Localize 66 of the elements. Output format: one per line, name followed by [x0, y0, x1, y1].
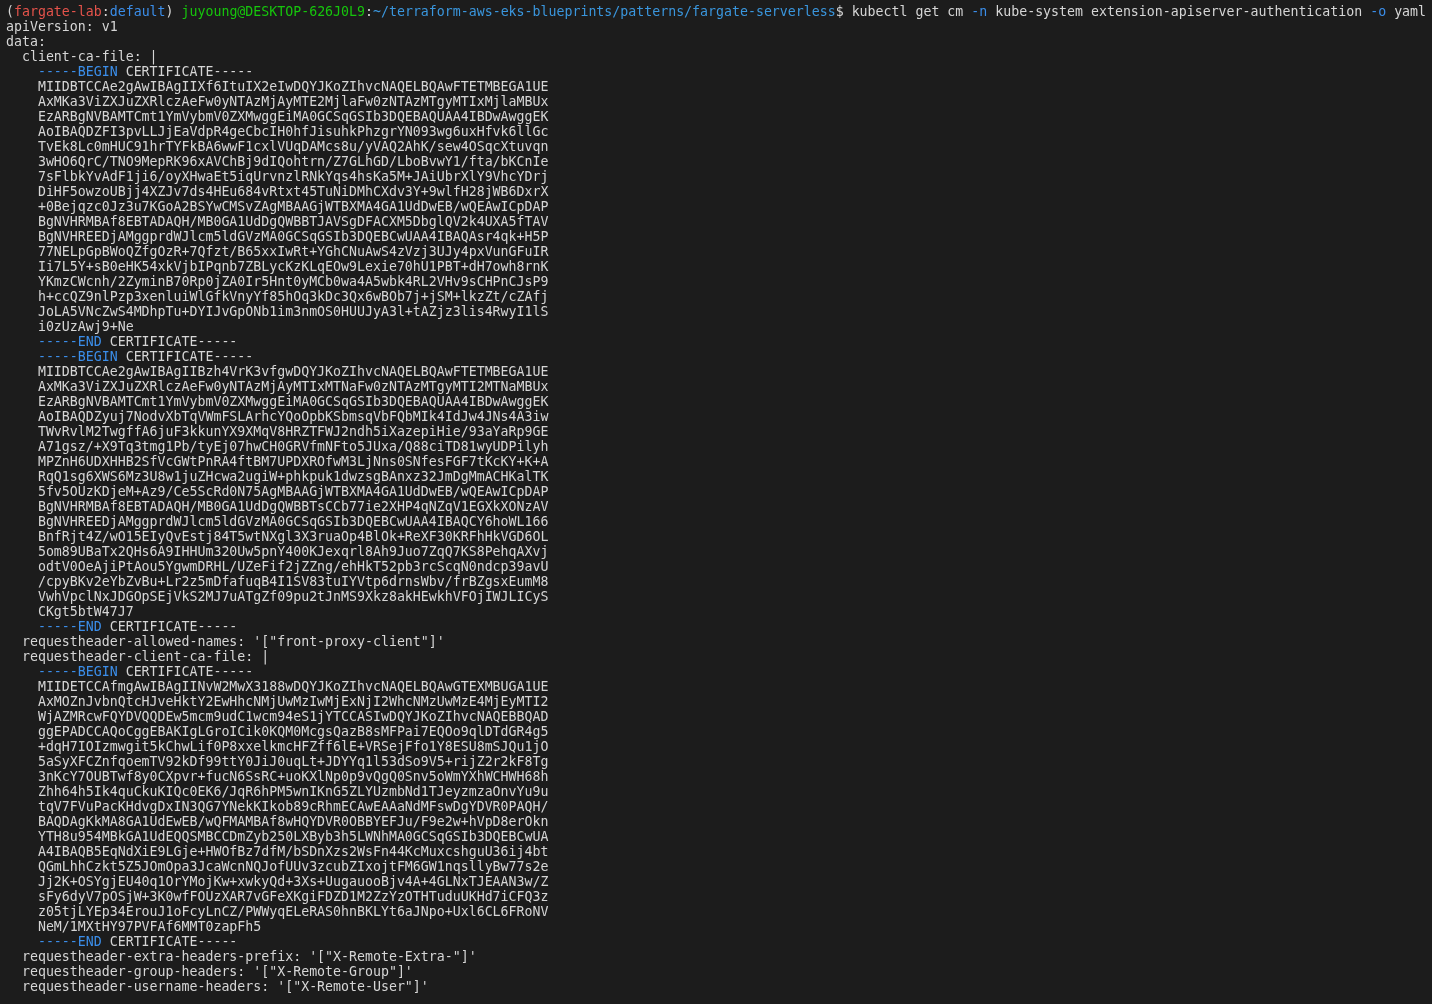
output-line: TWvRvlM2TwgffA6juF3kkunYX9XMqV8HRZTFWJ2ndh5iXazepiHie/93aYaRp9GE: [36, 424, 549, 439]
output-line: YKmzCWcnh/2ZyminB70Rp0jZA0Ir5Hnt0yMCb0wa4A5wbk4RL2VHv9sCHPnCJsP9: [36, 274, 549, 289]
output-line: -----END CERTIFICATE-----: [36, 934, 238, 949]
output-line: h+ccQZ9nlPzp3xenluiWlGfkVnyYf85hOq3kDc3Qx6wBOb7j+jSM+lkzZt/cZAfj: [36, 289, 549, 304]
output-line: 5aSyXFCZnfqoemTV92kDf99ttY0JiJ0uqLt+JDYYq1l53dSo9V5+rijZ2r2kF8Tg: [36, 754, 549, 769]
output-line: /cpyBKv2eYbZvBu+Lr2z5mDfafuqB4I1SV83tuIYVtp6drnsWbv/frBZgsxEumM8: [36, 574, 549, 589]
output-line: MIIDETCCAfmgAwIBAgIINvW2MwX3188wDQYJKoZIhvcNAQELBQAwGTEXMBUGA1UE: [36, 679, 549, 694]
command-line: (fargate-lab:default) juyoung@DESKTOP-626J0L9:~/terraform-aws-eks-blueprints/patterns/fargate-serverless$ kubectl get cm -n kube-system extension-apiserver-authentication -o yaml: [6, 4, 1427, 19]
output-line: 7sFlbkYvAdF1ji6/oyXHwaEt5iqUrvnzlRNkYqs4hsKa5M+JAiUbrXlY9VhcYDrj: [36, 169, 549, 184]
output-line: +dqH7IOIzmwgit5kChwLif0P8xxelkmcHFZff6lE+VRSejFfo1Y8ESU8mSJQu1jO: [36, 739, 549, 754]
output-line: MIIDBTCCAe2gAwIBAgIIBzh4VrK3vfgwDQYJKoZIhvcNAQELBQAwFTETMBEGA1UE: [36, 364, 549, 379]
output-line: EzARBgNVBAMTCmt1YmVybmV0ZXMwggEiMA0GCSqGSIb3DQEBAQUAA4IBDwAwggEK: [36, 394, 549, 409]
output-line: A71gsz/+X9Tq3tmg1Pb/tyEj07hwCH0GRVfmNFto5JUxa/Q88ciTD81wyUDPilyh: [36, 439, 549, 454]
output-line: Zhh64h5Ik4quCkuKIQc0EK6/JqR6hPM5wnIKnG5ZLYUzmbNd1TJeyzmzaOnvYu9u: [36, 784, 549, 799]
output-line: EzARBgNVBAMTCmt1YmVybmV0ZXMwggEiMA0GCSqGSIb3DQEBAQUAA4IBDwAwggEK: [36, 109, 549, 124]
output-line: tqV7FVuPacKHdvgDxIN3QG7YNekKIkob89cRhmECAwEAAaNdMFswDgYDVR0PAQH/: [36, 799, 549, 814]
output-line: MIIDBTCCAe2gAwIBAgIIXf6ItuIX2eIwDQYJKoZIhvcNAQELBQAwFTETMBEGA1UE: [36, 79, 549, 94]
output-line: DiHF5owzoUBjj4XZJv7ds4HEu684vRtxt45TuNiDMhCXdv3Y+9wlfH28jWB6DxrX: [36, 184, 549, 199]
output-line: VwhVpclNxJDGOpSEjVkS2MJ7uATgZf09pu2tJnMS9Xkz8akHEwkhVFOjIWJLICyS: [36, 589, 549, 604]
output-line: BnfRjt4Z/wO15EIyQvEstj84T5wtNXgl3X3ruaOp4BlOk+ReXF30KRFhHkVGD6OL: [36, 529, 549, 544]
output-line: A4IBAQB5EqNdXiE9LGje+HWOfBz7dfM/bSDnXzs2WsFn44KcMuxcshguU36ij4bt: [36, 844, 549, 859]
output-line: apiVersion: v1: [6, 19, 118, 34]
output-line: sFy6dyV7pOSjW+3K0wfFOUzXAR7vGFeXKgiFDZD1M2ZzYzOTHTuduUKHd7iCFQ3z: [36, 889, 549, 904]
output-line: 5fv5OUzKDjeM+Az9/Ce5ScRd0N75AgMBAAGjWTBXMA4GA1UdDwEB/wQEAwICpDAP: [36, 484, 549, 499]
output-line: -----BEGIN CERTIFICATE-----: [36, 664, 254, 679]
output-line: AoIBAQDZFI3pvLLJjEaVdpR4geCbcIH0hfJisuhkPhzgrYN093wg6uxHfvk6llGc: [36, 124, 549, 139]
output-line: +0Bejqzc0Jz3u7KGoA2BSYwCMSvZAgMBAAGjWTBXMA4GA1UdDwEB/wQEAwICpDAP: [36, 199, 549, 214]
output-line: BgNVHRMBAf8EBTADAQH/MB0GA1UdDgQWBBTsCCb77ie2XHP4qNZqV1EGXkXONzAV: [36, 499, 549, 514]
output-line: QGmLhhCzkt5Z5JOmOpa3JcaWcnNQJofUUv3zcubZIxojtFM6GW1nqsllyBw77s2e: [36, 859, 549, 874]
output-line: NeM/1MXtHY97PVFAf6MMT0zapFh5: [36, 919, 262, 934]
output-line: requestheader-client-ca-file: |: [20, 649, 270, 664]
output-line: CKgt5btW47J7: [36, 604, 134, 619]
output-line: -----BEGIN CERTIFICATE-----: [36, 349, 254, 364]
output-line: -----BEGIN CERTIFICATE-----: [36, 64, 254, 79]
output-line: requestheader-group-headers: '["X-Remote-Group"]': [20, 964, 413, 979]
output-line: -----END CERTIFICATE-----: [36, 334, 238, 349]
output-line: i0zUzAwj9+Ne: [36, 319, 134, 334]
output-line: ggEPADCCAQoCggEBAKIgLGroICik0KQM0McgsQazB8sMFPai7EQOo9qlDTdGR4g5: [36, 724, 549, 739]
output-line: YTH8u954MBkGA1UdEQQSMBCCDmZyb250LXByb3h5LWNhMA0GCSqGSIb3DQEBCwUA: [36, 829, 549, 844]
output-line: z05tjLYEp34ErouJ1oFcyLnCZ/PWWyqELeRAS0hnBKLYt6aJNpo+Uxl6CL6FRoNV: [36, 904, 549, 919]
output-line: 5om89UBaTx2QHs6A9IHHUm320Uw5pnY400KJexqrl8Ah9Juo7ZqQ7KS8PehqAXvj: [36, 544, 549, 559]
output-line: odtV0OeAjiPtAou5YgwmDRHL/UZeFif2jZZng/ehHkT52pb3rcScqN0ndcp39avU: [36, 559, 549, 574]
output-line: data:: [6, 34, 46, 49]
output-line: JoLA5VNcZwS4MDhpTu+DYIJvGpONb1im3nmOS0HUUJyA3l+tAZjz3lis4RwyI1lS: [36, 304, 549, 319]
output-line: AxMKa3ViZXJuZXRlczAeFw0yNTAzMjAyMTIxMTNaFw0zNTAzMTgyMTI2MTNaMBUx: [36, 379, 549, 394]
output-line: RqQ1sg6XWS6Mz3U8w1juZHcwa2ugiW+phkpuk1dwzsgBAnxz32JmDgMmACHKalTK: [36, 469, 549, 484]
output-line: requestheader-allowed-names: '["front-proxy-client"]': [20, 634, 445, 649]
output-line: client-ca-file: |: [20, 49, 158, 64]
output-line: requestheader-username-headers: '["X-Remote-User"]': [20, 979, 429, 994]
output-line: -----END CERTIFICATE-----: [36, 619, 238, 634]
output-line: MPZnH6UDXHHB2SfVcGWtPnRA4ftBM7UPDXROfwM3LjNns0SNfesFGF7tKcKY+K+A: [36, 454, 549, 469]
output-line: BgNVHREEDjAMggprdWJlcm5ldGVzMA0GCSqGSIb3DQEBCwUAA4IBAQAsr4qk+H5P: [36, 229, 549, 244]
output-line: BgNVHRMBAf8EBTADAQH/MB0GA1UdDgQWBBTJAVSgDFACXM5DbglQV2k4UXA5fTAV: [36, 214, 549, 229]
output-line: WjAZMRcwFQYDVQQDEw5mcm9udC1wcm94eS1jYTCCASIwDQYJKoZIhvcNAQEBBQAD: [36, 709, 549, 724]
output-line: Ii7L5Y+sB0eHK54xkVjbIPqnb7ZBLycKzKLqEOw9Lexie70hU1PBT+dH7owh8rnK: [36, 259, 549, 274]
output-line: BgNVHREEDjAMggprdWJlcm5ldGVzMA0GCSqGSIb3DQEBCwUAA4IBAQCY6hoWL166: [36, 514, 549, 529]
output-line: AoIBAQDZyuj7NodvXbTqVWmFSLArhcYQoOpbKSbmsqVbFQbMIk4IdJw4JNs4A3iw: [36, 409, 549, 424]
output-line: BAQDAgKkMA8GA1UdEwEB/wQFMAMBAf8wHQYDVR0OBBYEFJu/F9e2w+hVpD8erOkn: [36, 814, 549, 829]
output-line: AxMOZnJvbnQtcHJveHktY2EwHhcNMjUwMzIwMjExNjI2WhcNMzUwMzE4MjEyMTI2: [36, 694, 549, 709]
output-line: 3wHO6QrC/TNO9MepRK96xAVChBj9dIQohtrn/Z7GLhGD/LboBvwY1/fta/bKCnIe: [36, 154, 549, 169]
output-line: AxMKa3ViZXJuZXRlczAeFw0yNTAzMjAyMTE2MjlaFw0zNTAzMTgyMTIxMjlaMBUx: [36, 94, 549, 109]
output-line: Jj2K+OSYgjEU40q1OrYMojKw+xwkyQd+3Xs+UugauooBjv4A+4GLNxTJEAAN3w/Z: [36, 874, 549, 889]
output-line: TvEk8Lc0mHUC91hrTYFkBA6wwF1cxlVUqDAMcs8u/yVAQ2AhK/sew4OSqcXtuvqn: [36, 139, 549, 154]
output-line: requestheader-extra-headers-prefix: '["X-Remote-Extra-"]': [20, 949, 477, 964]
output-line: 77NELpGpBWoQZfgOzR+7Qfzt/B65xxIwRt+YGhCNuAwS4zVzj3UJy4pxVunGFuIR: [36, 244, 549, 259]
output-line: 3nKcY7OUBTwf8y0CXpvr+fucN6SsRC+uoKXlNp0p9vQgQ0Snv5oWmYXhWCHWH68h: [36, 769, 549, 784]
